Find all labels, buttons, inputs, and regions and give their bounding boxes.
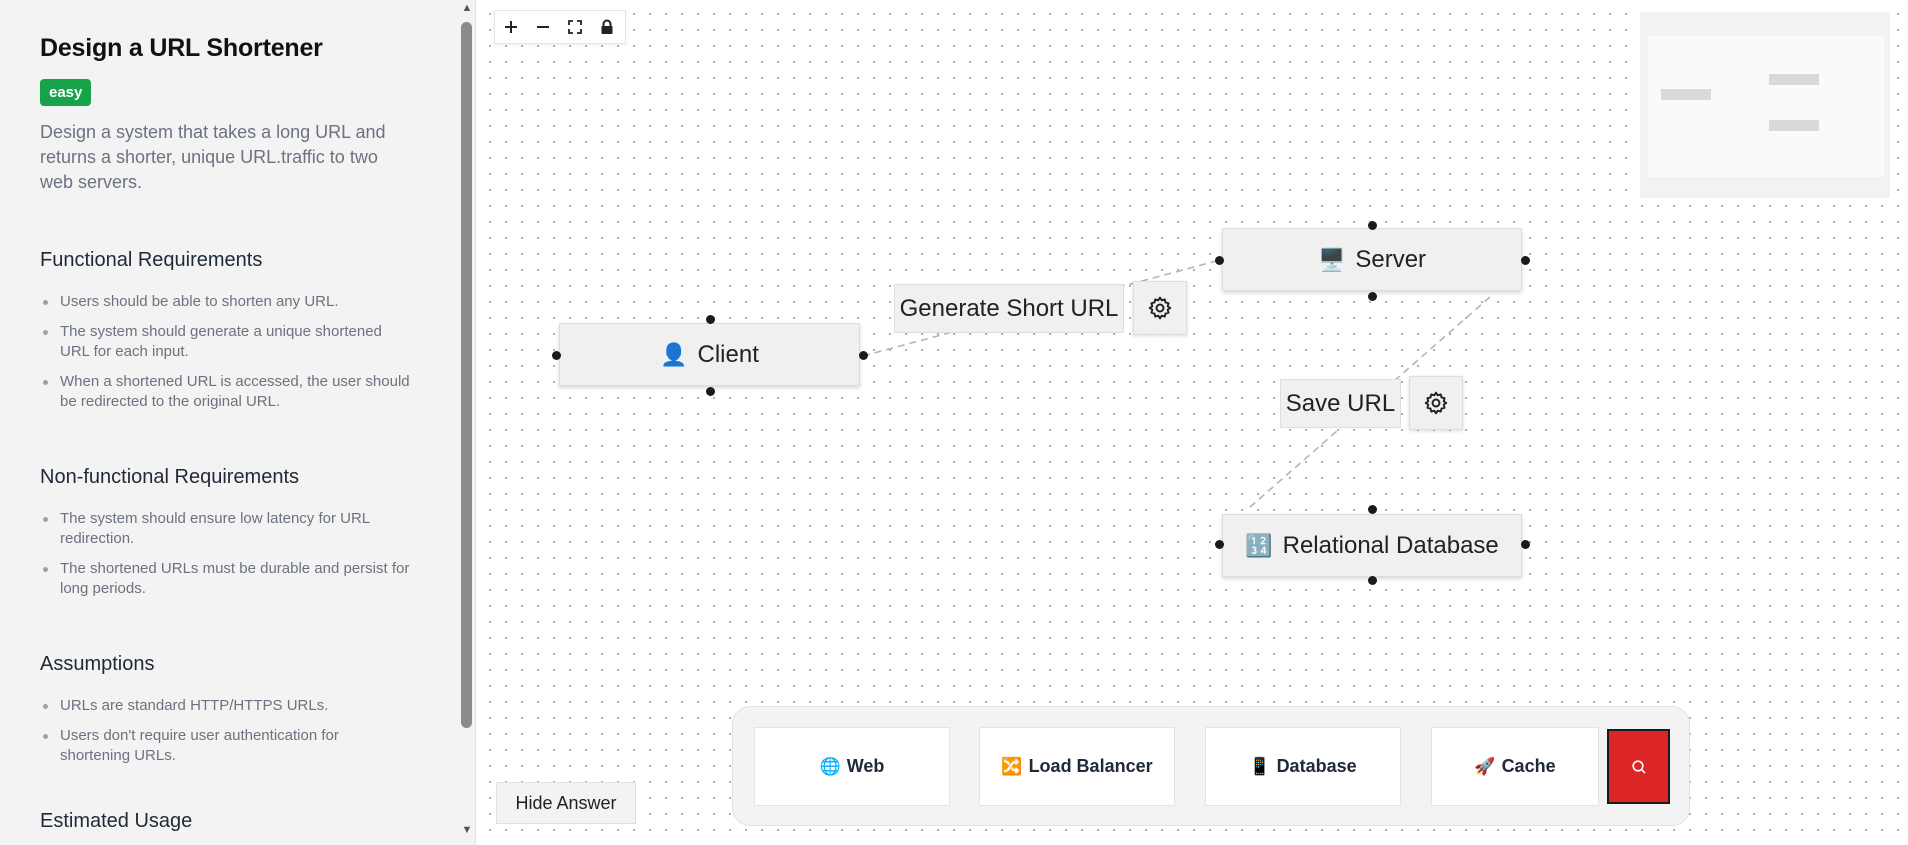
handle-top[interactable] [1368, 505, 1377, 514]
edge-label-generate-short-url[interactable]: Generate Short URL [894, 284, 1124, 333]
problem-title: Design a URL Shortener [40, 34, 323, 62]
zoom-in-icon[interactable] [495, 11, 527, 43]
device-icon: 📱 [1249, 756, 1271, 776]
problem-sidebar: Design a URL Shortener easy Design a sys… [0, 0, 476, 845]
node-database-label: Relational Database [1282, 531, 1499, 559]
handle-left[interactable] [552, 351, 561, 360]
list-item: The system should generate a unique shor… [40, 322, 410, 362]
canvas-controls [494, 10, 626, 44]
minimap-node-client [1661, 89, 1711, 100]
section-title-functional: Functional Requirements [40, 249, 263, 271]
handle-top[interactable] [706, 315, 715, 324]
gear-icon [1424, 391, 1448, 415]
lock-icon[interactable] [591, 11, 623, 43]
handle-bottom[interactable] [1368, 292, 1377, 301]
handle-right[interactable] [1521, 540, 1530, 549]
node-server[interactable]: 🖥️ Server [1222, 228, 1522, 291]
section-title-estimated-usage: Estimated Usage [40, 810, 193, 832]
edge-label-save-url[interactable]: Save URL [1280, 379, 1401, 428]
palette-item-database[interactable]: 📱 Database [1205, 727, 1401, 806]
problem-description: Design a system that takes a long URL an… [40, 122, 386, 192]
rocket-icon: 🚀 [1474, 756, 1496, 776]
node-client-label: Client [697, 340, 759, 368]
node-relational-database[interactable]: 🔢 Relational Database [1222, 514, 1522, 577]
zoom-out-icon[interactable] [527, 11, 559, 43]
globe-icon: 🌐 [819, 756, 841, 776]
person-icon: 👤 [660, 341, 688, 367]
shuffle-icon: 🔀 [1001, 756, 1023, 776]
minimap-node-database [1769, 120, 1819, 131]
handle-left[interactable] [1215, 256, 1224, 265]
handle-right[interactable] [1521, 256, 1530, 265]
node-client[interactable]: 👤 Client [559, 323, 860, 386]
assumptions-list: URLs are standard HTTP/HTTPS URLs. Users… [40, 696, 420, 766]
hide-answer-button[interactable]: Hide Answer [496, 782, 636, 824]
minimap-node-server [1769, 74, 1819, 85]
sidebar-scroll-thumb[interactable] [461, 22, 472, 728]
node-server-label: Server [1355, 245, 1427, 273]
minimap-viewport [1648, 36, 1884, 177]
handle-right[interactable] [859, 351, 868, 360]
nonfunctional-requirements-list: The system should ensure low latency for… [40, 509, 420, 599]
palette-item-cache[interactable]: 🚀 Cache [1431, 727, 1599, 806]
section-title-assumptions: Assumptions [40, 653, 155, 675]
list-item: Users don't require user authentication … [40, 726, 410, 766]
list-item: When a shortened URL is accessed, the us… [40, 372, 410, 412]
palette-item-label: Cache [1501, 756, 1556, 776]
gear-icon [1148, 296, 1172, 320]
numbers-icon: 🔢 [1245, 532, 1273, 558]
handle-bottom[interactable] [706, 387, 715, 396]
handle-top[interactable] [1368, 221, 1377, 230]
palette-item-web[interactable]: 🌐 Web [754, 727, 950, 806]
list-item: URLs are standard HTTP/HTTPS URLs. [40, 696, 410, 716]
palette-search-button[interactable] [1607, 729, 1670, 804]
palette-item-label: Load Balancer [1028, 756, 1153, 776]
list-item: The system should ensure low latency for… [40, 509, 410, 549]
scroll-up-arrow-icon[interactable]: ▲ [460, 2, 474, 14]
search-icon [1631, 759, 1646, 774]
difficulty-badge: easy [40, 79, 92, 106]
handle-left[interactable] [1215, 540, 1224, 549]
fit-view-icon[interactable] [559, 11, 591, 43]
scroll-down-arrow-icon[interactable]: ▼ [460, 824, 474, 836]
palette-item-load-balancer[interactable]: 🔀 Load Balancer [979, 727, 1175, 806]
palette-item-label: Database [1276, 756, 1357, 776]
section-title-nonfunctional: Non-functional Requirements [40, 466, 300, 488]
list-item: The shortened URLs must be durable and p… [40, 559, 410, 599]
list-item: Users should be able to shorten any URL. [40, 292, 410, 312]
problem-content: Design a URL Shortener easy Design a sys… [40, 34, 420, 845]
monitor-icon: 🖥️ [1317, 246, 1346, 272]
handle-bottom[interactable] [1368, 576, 1377, 585]
edge-settings-button[interactable] [1133, 281, 1187, 335]
palette-item-label: Web [846, 756, 885, 776]
functional-requirements-list: Users should be able to shorten any URL.… [40, 292, 420, 412]
edge-settings-button[interactable] [1409, 376, 1463, 430]
